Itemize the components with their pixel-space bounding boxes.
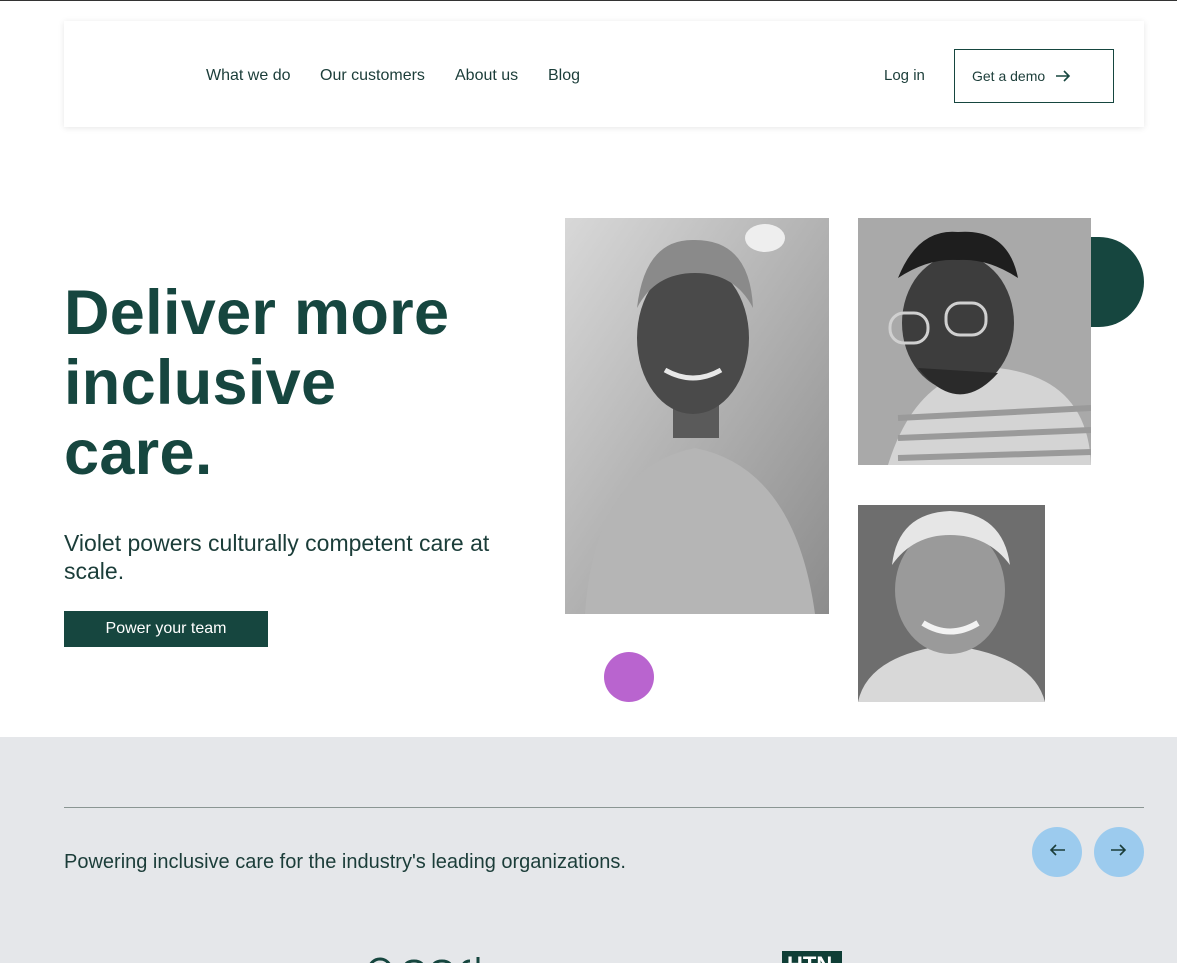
- get-demo-label: Get a demo: [972, 68, 1046, 84]
- customers-band: Powering inclusive care for the industry…: [0, 737, 1177, 963]
- portrait-photo-woman: [565, 218, 829, 614]
- customer-logo-htn: HTN: [782, 951, 842, 963]
- hero-title-line: Deliver more: [64, 278, 450, 348]
- carousel-next-button[interactable]: [1094, 827, 1144, 877]
- get-demo-button[interactable]: Get a demo: [954, 49, 1114, 103]
- nav-link-what-we-do[interactable]: What we do: [206, 66, 290, 86]
- customers-tagline: Powering inclusive care for the industry…: [64, 851, 626, 873]
- login-link[interactable]: Log in: [884, 67, 925, 84]
- decorative-purple-circle: [604, 652, 654, 702]
- hero-title-line: inclusive: [64, 348, 337, 418]
- top-navbar: What we do Our customers About us Blog L…: [64, 21, 1144, 127]
- hero-title-line: care.: [64, 418, 213, 488]
- customer-logo-partial: [366, 951, 496, 963]
- portrait-photo-elder: [858, 505, 1045, 702]
- arrow-left-icon: [1048, 843, 1066, 862]
- top-border: [0, 0, 1177, 1]
- nav-link-about-us[interactable]: About us: [455, 66, 518, 86]
- decorative-half-circle: [1091, 237, 1144, 327]
- arrow-right-icon: [1055, 69, 1071, 83]
- divider: [64, 807, 1144, 808]
- hero-title: Deliver more inclusive care.: [64, 278, 524, 488]
- hero-subtitle: Violet powers culturally competent care …: [64, 530, 490, 584]
- power-your-team-button[interactable]: Power your team: [64, 611, 268, 647]
- portrait-photo-man: [858, 218, 1091, 465]
- nav-link-blog[interactable]: Blog: [548, 66, 580, 86]
- arrow-right-icon: [1110, 843, 1128, 862]
- nav-link-our-customers[interactable]: Our customers: [320, 66, 425, 86]
- carousel-prev-button[interactable]: [1032, 827, 1082, 877]
